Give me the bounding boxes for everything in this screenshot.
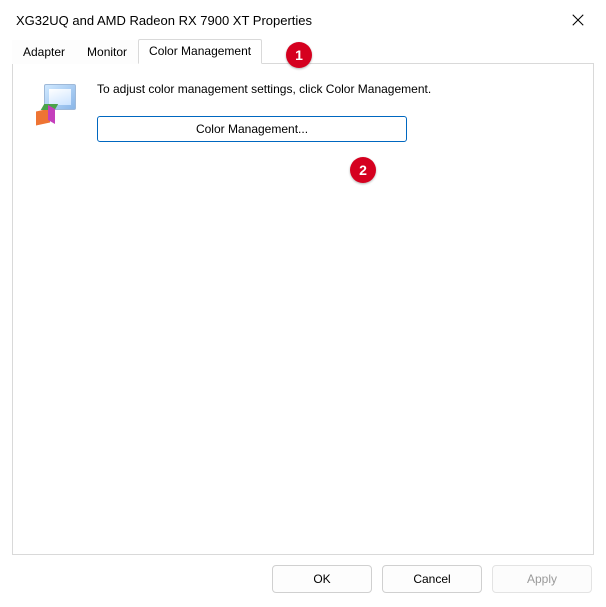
annotation-badge-2: 2 bbox=[350, 157, 376, 183]
dialog-footer: OK Cancel Apply bbox=[0, 565, 606, 607]
tab-color-management[interactable]: Color Management bbox=[138, 39, 262, 64]
close-icon bbox=[571, 13, 585, 27]
apply-button: Apply bbox=[492, 565, 592, 593]
window-title: XG32UQ and AMD Radeon RX 7900 XT Propert… bbox=[16, 13, 312, 28]
cancel-button[interactable]: Cancel bbox=[382, 565, 482, 593]
properties-dialog: XG32UQ and AMD Radeon RX 7900 XT Propert… bbox=[0, 0, 606, 607]
tab-monitor[interactable]: Monitor bbox=[76, 40, 138, 64]
annotation-badge-1: 1 bbox=[286, 42, 312, 68]
color-management-icon bbox=[31, 82, 81, 126]
titlebar: XG32UQ and AMD Radeon RX 7900 XT Propert… bbox=[0, 0, 606, 38]
tab-panel: To adjust color management settings, cli… bbox=[12, 63, 594, 555]
color-management-button[interactable]: Color Management... bbox=[97, 116, 407, 142]
description-text: To adjust color management settings, cli… bbox=[97, 82, 575, 96]
ok-button[interactable]: OK bbox=[272, 565, 372, 593]
tab-adapter[interactable]: Adapter bbox=[12, 40, 76, 64]
close-button[interactable] bbox=[564, 6, 592, 34]
